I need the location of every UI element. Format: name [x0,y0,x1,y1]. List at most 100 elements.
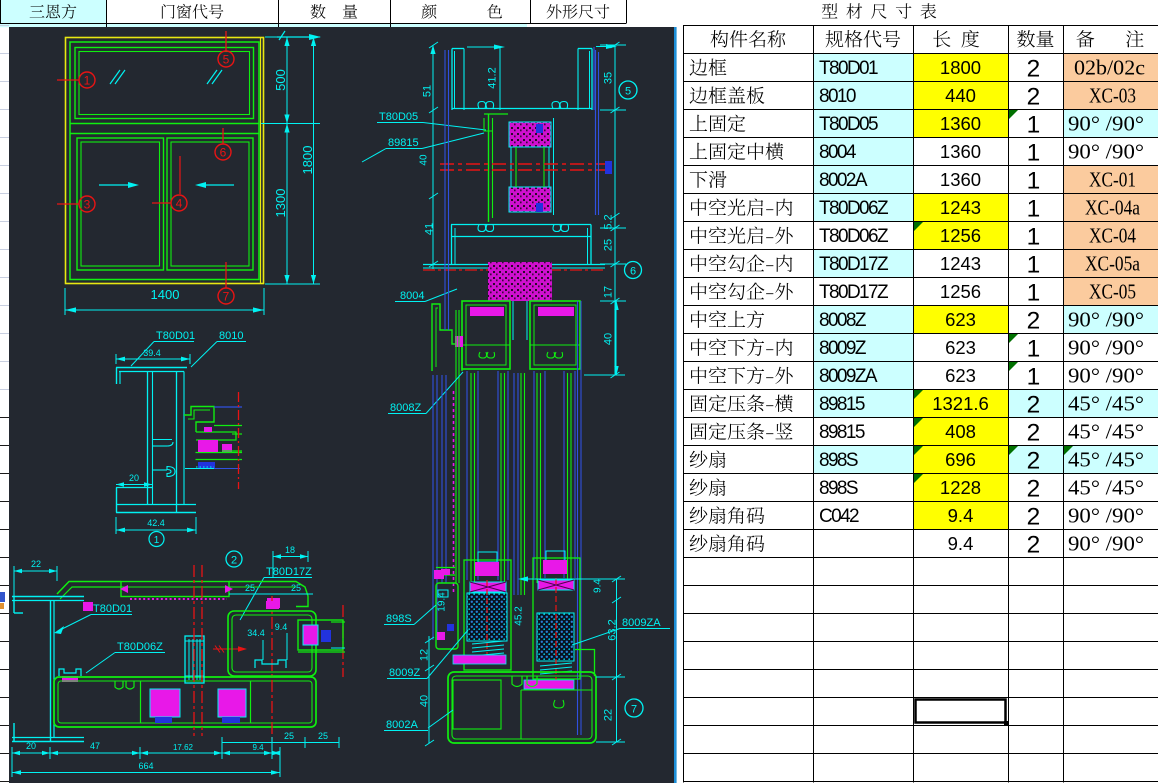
svg-text:1: 1 [1027,140,1041,167]
svg-text:1256: 1256 [940,225,981,246]
svg-text:2: 2 [1027,476,1041,503]
svg-text:1: 1 [1027,336,1041,363]
svg-text:XC-04: XC-04 [1089,224,1136,248]
svg-text:39.4: 39.4 [143,348,161,358]
svg-text:40: 40 [603,333,615,345]
svg-text:898S: 898S [819,450,858,471]
svg-text:9.4: 9.4 [593,579,604,593]
svg-text:6: 6 [630,266,636,278]
svg-text:25: 25 [245,583,255,593]
svg-text:8010: 8010 [819,86,856,107]
svg-text:623: 623 [945,309,976,330]
svg-text:41: 41 [424,223,436,235]
svg-text:623: 623 [945,365,976,386]
svg-text:898S: 898S [819,478,858,499]
svg-text:7: 7 [223,290,230,304]
svg-text:1256: 1256 [940,281,981,302]
svg-text:89815: 89815 [819,422,865,443]
svg-text:41.2: 41.2 [487,67,499,88]
svg-text:90° /90°: 90° /90° [1068,140,1144,164]
svg-text:45.2: 45.2 [514,606,525,626]
svg-text:90° /90°: 90° /90° [1068,308,1144,332]
svg-text:8010: 8010 [219,330,243,342]
svg-text:1: 1 [154,535,160,546]
svg-text:45° /45°: 45° /45° [1068,448,1144,472]
svg-text:1321.6: 1321.6 [932,393,989,414]
svg-text:408: 408 [945,421,976,442]
svg-text:9.4: 9.4 [948,505,974,526]
svg-text:12: 12 [419,649,431,661]
svg-text:8009Z: 8009Z [819,338,867,359]
svg-text:XC-04a: XC-04a [1085,196,1141,220]
svg-text:22: 22 [603,709,615,721]
svg-text:C042: C042 [819,506,859,527]
svg-text:8008Z: 8008Z [390,402,421,414]
svg-text:440: 440 [945,85,976,106]
svg-text:1800: 1800 [300,146,315,175]
svg-text:8009ZA: 8009ZA [819,366,878,387]
svg-text:1: 1 [1027,196,1041,223]
svg-text:45° /45°: 45° /45° [1068,392,1144,416]
svg-text:89815: 89815 [819,394,865,415]
svg-text:1: 1 [1027,364,1041,391]
svg-text:5: 5 [223,53,230,67]
svg-text:2: 2 [1027,504,1041,531]
svg-text:20: 20 [129,473,139,483]
svg-text:898S: 898S [386,613,412,625]
svg-text:2: 2 [1027,308,1041,335]
svg-text:17: 17 [603,286,615,298]
svg-text:90° /90°: 90° /90° [1068,364,1144,388]
svg-text:8004: 8004 [400,290,424,302]
svg-text:63.2: 63.2 [607,619,619,640]
svg-text:45° /45°: 45° /45° [1068,476,1144,500]
svg-text:5: 5 [625,86,631,98]
svg-text:8009ZA: 8009ZA [622,617,661,629]
svg-text:T80D01: T80D01 [819,58,878,79]
svg-text:02b/02c: 02b/02c [1074,56,1145,80]
svg-text:1360: 1360 [940,169,981,190]
svg-text:664: 664 [138,761,153,771]
svg-text:1300: 1300 [273,189,288,218]
svg-text:9.4: 9.4 [252,743,264,752]
svg-text:8009Z: 8009Z [389,667,420,679]
svg-text:XC-01: XC-01 [1089,168,1136,192]
svg-text:2: 2 [231,555,237,567]
svg-text:XC-03: XC-03 [1089,84,1136,108]
svg-text:T80D05: T80D05 [379,111,418,123]
svg-text:XC-05a: XC-05a [1085,252,1141,276]
svg-text:5.2: 5.2 [603,214,615,229]
svg-text:500: 500 [273,69,288,91]
svg-text:20: 20 [26,741,36,751]
svg-text:T80D06Z: T80D06Z [819,198,889,219]
svg-text:1243: 1243 [940,197,981,218]
svg-text:T80D06Z: T80D06Z [117,641,163,653]
svg-text:9.4: 9.4 [275,622,288,632]
svg-text:42.4: 42.4 [147,518,165,528]
svg-text:696: 696 [945,449,976,470]
svg-text:17.62: 17.62 [173,743,194,752]
svg-text:25: 25 [284,731,294,741]
svg-text:3: 3 [84,198,91,212]
svg-text:90° /90°: 90° /90° [1068,336,1144,360]
svg-text:T80D06Z: T80D06Z [819,226,889,247]
svg-text:XC-05: XC-05 [1089,280,1136,304]
svg-text:2: 2 [1027,84,1041,111]
svg-text:45° /45°: 45° /45° [1068,420,1144,444]
svg-text:35: 35 [603,72,615,84]
svg-text:T80D17Z: T80D17Z [266,566,312,578]
svg-text:T80D05: T80D05 [819,114,878,135]
svg-text:1800: 1800 [940,57,981,78]
svg-text:90° /90°: 90° /90° [1068,504,1144,528]
svg-text:90° /90°: 90° /90° [1068,112,1144,136]
svg-text:1: 1 [84,74,91,88]
svg-text:2: 2 [1027,392,1041,419]
svg-text:9.4: 9.4 [948,533,974,554]
svg-text:47: 47 [90,741,100,751]
svg-text:2: 2 [1027,56,1041,83]
svg-text:T80D01: T80D01 [93,603,132,615]
svg-text:1228: 1228 [940,477,981,498]
svg-text:8002A: 8002A [386,719,418,731]
svg-text:2: 2 [1027,532,1041,559]
svg-text:18: 18 [285,545,295,555]
svg-text:25: 25 [318,731,328,741]
